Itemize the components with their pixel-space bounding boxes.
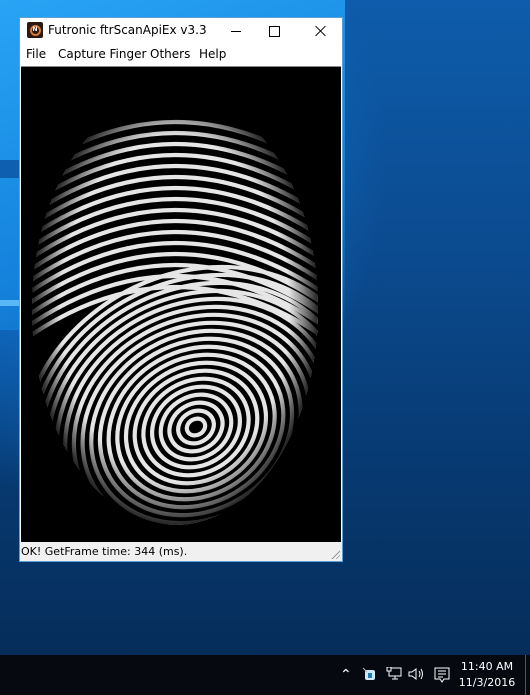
title-bar[interactable]: N Futronic ftrScanApiEx v3.3 <box>20 18 342 44</box>
resize-grip[interactable] <box>330 549 340 559</box>
minimize-icon <box>231 30 241 32</box>
menu-others[interactable]: Others <box>148 47 192 61</box>
menu-help[interactable]: Help <box>197 47 228 61</box>
network-icon[interactable] <box>386 666 402 685</box>
status-bar: OK! GetFrame time: 344 (ms). <box>20 542 342 561</box>
futronic-app-icon[interactable]: N <box>27 22 43 38</box>
taskbar: ⌃ 11:40 AM 11/3/2016 <box>0 655 530 695</box>
menu-file[interactable]: File <box>24 47 48 61</box>
fingerprint-icon <box>21 67 341 542</box>
fingerprint-image <box>21 66 341 542</box>
menu-capture-finger[interactable]: Capture Finger <box>56 47 148 61</box>
window-title: Futronic ftrScanApiEx v3.3 <box>48 23 207 37</box>
clock-time: 11:40 AM <box>460 660 514 673</box>
status-text: OK! GetFrame time: 344 (ms). <box>21 545 188 558</box>
tray-app-icon[interactable] <box>362 667 376 685</box>
volume-icon[interactable] <box>408 667 426 685</box>
app-window: N Futronic ftrScanApiEx v3.3 File Captur… <box>19 17 343 562</box>
close-button[interactable] <box>298 18 344 44</box>
maximize-icon <box>268 25 280 37</box>
clock[interactable]: 11:40 AM 11/3/2016 <box>456 659 518 691</box>
maximize-button[interactable] <box>251 18 297 44</box>
close-icon <box>315 25 327 37</box>
show-desktop-button[interactable] <box>525 655 530 695</box>
notifications-icon[interactable] <box>434 667 450 687</box>
chevron-up-icon[interactable]: ⌃ <box>340 667 352 683</box>
clock-date: 11/3/2016 <box>458 676 516 689</box>
menu-bar: File Capture Finger Others Help <box>20 44 342 66</box>
